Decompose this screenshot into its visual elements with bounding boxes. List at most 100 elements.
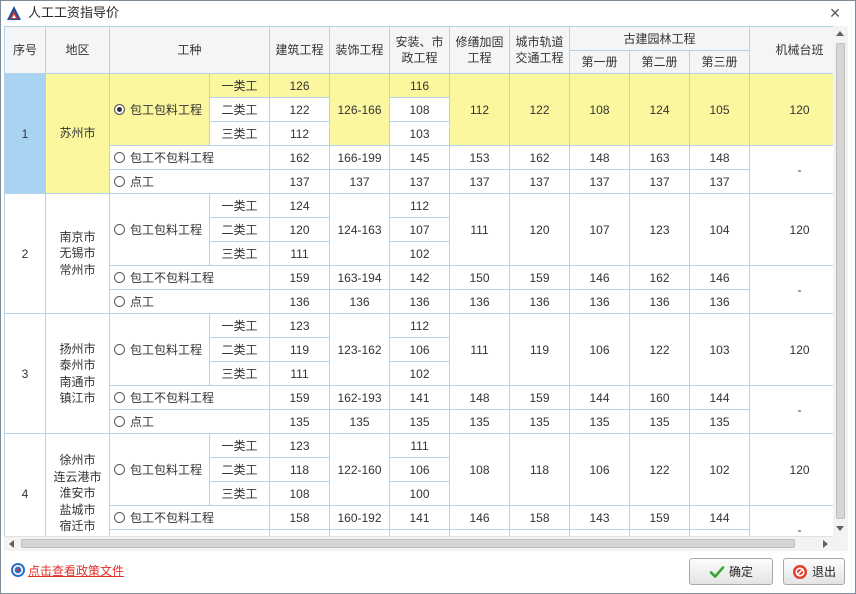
option-contract-labor[interactable]: 包工不包料工程: [108, 145, 271, 170]
option-contract-labor[interactable]: 包工不包料工程: [108, 505, 271, 530]
scroll-up-arrow-icon[interactable]: [833, 26, 848, 41]
installation-cell: 116: [389, 73, 451, 98]
rail-transit-cell: 122: [509, 73, 571, 146]
work-class-cell[interactable]: 一类工: [208, 433, 271, 458]
radio-unchecked-icon[interactable]: [114, 224, 125, 235]
repair-cell: 108: [449, 433, 511, 506]
radio-checked-icon[interactable]: [114, 104, 125, 115]
close-icon[interactable]: ×: [824, 3, 846, 23]
region-cell[interactable]: 扬州市 泰州市 南通市 镇江市: [45, 313, 110, 434]
ancient-vol1-cell: 135: [569, 409, 631, 434]
region-name: 徐州市: [59, 453, 96, 468]
work-class-cell[interactable]: 三类工: [208, 361, 271, 386]
work-class-cell[interactable]: 二类工: [208, 337, 271, 362]
vertical-scroll-thumb[interactable]: [836, 43, 845, 519]
horizontal-scrollbar[interactable]: [4, 536, 833, 551]
vertical-scrollbar[interactable]: [833, 26, 848, 536]
decoration-cell: 135: [329, 409, 391, 434]
scroll-down-arrow-icon[interactable]: [833, 521, 848, 536]
work-class-cell[interactable]: 一类工: [208, 313, 271, 338]
row-number-cell[interactable]: 2: [4, 193, 46, 314]
region-name: 南通市: [59, 374, 96, 389]
work-class-cell[interactable]: 二类工: [208, 217, 271, 242]
radio-unchecked-icon[interactable]: [114, 344, 125, 355]
radio-unchecked-icon[interactable]: [114, 464, 125, 475]
repair-cell: 111: [449, 193, 511, 266]
work-class-cell[interactable]: 二类工: [208, 457, 271, 482]
radio-unchecked-icon[interactable]: [114, 512, 125, 523]
machine-shift-cell: -: [749, 265, 833, 314]
header-region: 地区: [45, 26, 110, 74]
ancient-vol1-cell: 106: [569, 433, 631, 506]
region-cell[interactable]: 南京市 无锡市 常州市: [45, 193, 110, 314]
option-contract-full[interactable]: 包工包料工程: [109, 193, 210, 266]
radio-unchecked-icon[interactable]: [114, 392, 125, 403]
radio-unchecked-icon[interactable]: [114, 296, 125, 307]
decoration-cell: 126-166: [329, 73, 391, 146]
work-class-cell[interactable]: 三类工: [208, 241, 271, 266]
table-row: 包工不包料工程 158 160-192 141 146 158 143 159 144-: [5, 505, 833, 536]
app-logo-icon: [7, 6, 21, 20]
row-number-cell[interactable]: 1: [4, 73, 46, 194]
header-work-type: 工种: [108, 26, 271, 74]
installation-cell: 142: [389, 265, 451, 290]
radio-unchecked-icon[interactable]: [114, 272, 125, 283]
row-number-cell[interactable]: 4: [4, 433, 46, 536]
horizontal-scroll-thumb[interactable]: [21, 539, 795, 548]
installation-cell: 103: [389, 121, 451, 146]
work-class-cell[interactable]: 一类工: [208, 193, 271, 218]
checkmark-icon: [709, 565, 725, 578]
machine-shift-cell: 120: [749, 433, 833, 506]
installation-cell: 135: [389, 409, 451, 434]
repair-cell: 148: [449, 385, 511, 410]
scroll-right-arrow-icon[interactable]: [818, 537, 833, 552]
option-day-work[interactable]: 点工: [108, 289, 271, 314]
option-contract-full[interactable]: 包工包料工程: [109, 433, 210, 506]
rail-transit-cell: 159: [509, 265, 571, 290]
radio-unchecked-icon[interactable]: [114, 176, 125, 187]
ok-button-label: 确定: [728, 565, 753, 579]
table-row: 包工不包料工程 159 163-194 142 150 159 146 162 146-: [5, 265, 833, 314]
ancient-vol1-cell: 144: [569, 385, 631, 410]
installation-cell: 141: [389, 385, 451, 410]
ancient-vol1-cell: 107: [569, 193, 631, 266]
construction-cell: 137: [269, 169, 331, 194]
work-class-cell[interactable]: 一类工: [208, 73, 271, 98]
rail-transit-cell: 158: [509, 505, 571, 530]
decoration-cell: 163-194: [329, 265, 391, 290]
ancient-vol1-cell: 108: [569, 73, 631, 146]
region-cell[interactable]: 徐州市 连云港市 淮安市 盐城市 宿迁市: [45, 433, 110, 536]
installation-cell: 112: [389, 193, 451, 218]
construction-cell: 119: [269, 337, 331, 362]
ancient-vol2-cell: 122: [629, 313, 691, 386]
rail-transit-cell: 118: [509, 433, 571, 506]
header-decoration: 装饰工程: [329, 26, 391, 74]
ok-button[interactable]: 确定: [689, 558, 773, 585]
exit-button[interactable]: 退出: [783, 558, 845, 585]
work-class-cell[interactable]: 二类工: [208, 97, 271, 122]
help-doc-icon[interactable]: [10, 562, 26, 578]
option-day-work[interactable]: 点工: [108, 169, 271, 194]
option-contract-labor[interactable]: 包工不包料工程: [108, 265, 271, 290]
radio-unchecked-icon[interactable]: [114, 416, 125, 427]
table-row: 1 苏州市 包工包料工程 一类工 126 126-166 116 112 122 108 124 10…: [4, 73, 833, 194]
scroll-left-arrow-icon[interactable]: [4, 537, 19, 552]
construction-cell: 136: [269, 289, 331, 314]
option-contract-full[interactable]: 包工包料工程: [109, 313, 210, 386]
row-number-cell[interactable]: 3: [4, 313, 46, 434]
construction-cell: 120: [269, 217, 331, 242]
table-row: 包工不包料工程 162 166-199 145 153 162 148 163 148-: [5, 145, 833, 194]
policy-document-link[interactable]: 点击查看政策文件: [28, 564, 124, 578]
work-class-cell[interactable]: 三类工: [208, 121, 271, 146]
region-cell[interactable]: 苏州市: [45, 73, 110, 194]
work-class-cell[interactable]: 三类工: [208, 481, 271, 506]
ancient-vol1-cell: 143: [569, 505, 631, 530]
ancient-vol3-cell: 146: [689, 265, 751, 290]
exit-icon: [792, 564, 807, 579]
option-day-work[interactable]: 点工: [108, 409, 271, 434]
decoration-cell: 136: [329, 289, 391, 314]
option-contract-full[interactable]: 包工包料工程: [109, 73, 210, 146]
decoration-cell: 166-199: [329, 145, 391, 170]
option-contract-labor[interactable]: 包工不包料工程: [108, 385, 271, 410]
radio-unchecked-icon[interactable]: [114, 152, 125, 163]
